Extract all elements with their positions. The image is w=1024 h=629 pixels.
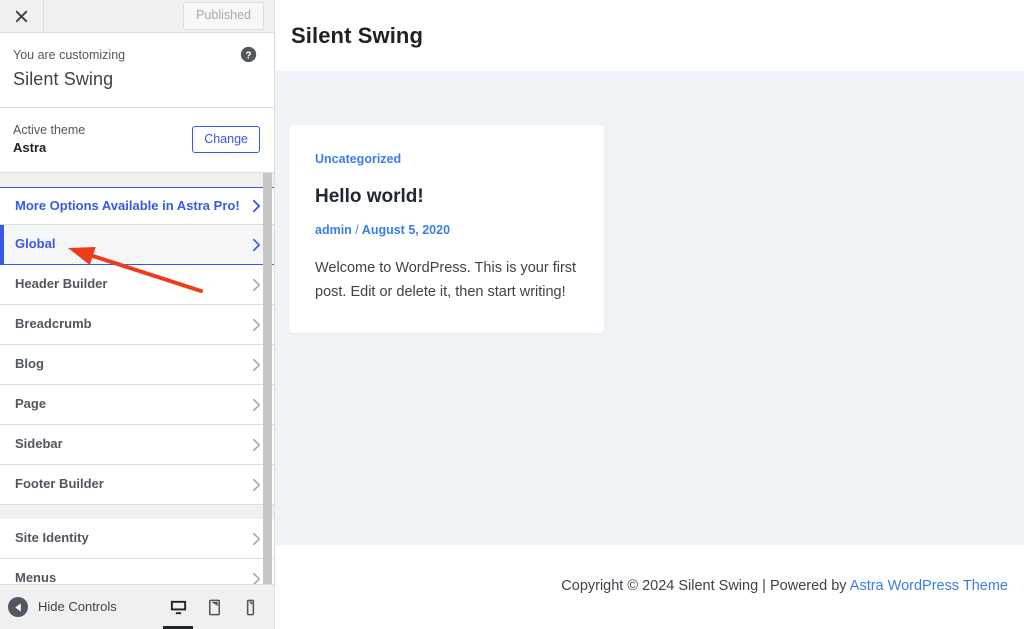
panel-item-label: Site Identity — [15, 530, 89, 546]
customizing-info-panel: You are customizing Silent Swing ? — [0, 33, 274, 109]
active-theme-row: Active theme Astra Change — [0, 108, 274, 174]
panel-item-menus[interactable]: Menus — [0, 559, 274, 584]
mobile-icon — [241, 598, 260, 617]
panel-section-divider-two — [0, 505, 274, 520]
panel-item-site-identity[interactable]: Site Identity — [0, 519, 274, 560]
footer-copyright: Copyright © 2024 Silent Swing | Powered … — [561, 576, 1008, 598]
customizer-header-bar: Published — [0, 0, 274, 33]
customizing-site-title: Silent Swing — [13, 68, 114, 89]
panel-item-blog[interactable]: Blog — [0, 345, 274, 386]
post-meta: admin / August 5, 2020 — [315, 221, 578, 239]
customizer-sidebar: Published You are customizing Silent Swi… — [0, 0, 275, 629]
hide-controls-label: Hide Controls — [38, 598, 117, 614]
change-theme-button[interactable]: Change — [192, 125, 260, 154]
chevron-right-icon — [251, 278, 262, 292]
panel-group-primary: Global Header Builder Breadcrumb Blog Page Si… — [0, 225, 274, 506]
chevron-right-icon — [251, 199, 262, 213]
active-theme-name: Astra — [13, 140, 47, 156]
device-preview-switcher — [160, 585, 268, 629]
chevron-right-icon — [251, 238, 262, 252]
preview-site-footer: Copyright © 2024 Silent Swing | Powered … — [275, 545, 1024, 629]
panel-group-secondary: Site Identity Menus — [0, 519, 274, 584]
panel-item-label: Blog — [15, 356, 44, 372]
preview-site-title[interactable]: Silent Swing — [291, 23, 423, 49]
chevron-right-icon — [251, 438, 262, 452]
post-excerpt: Welcome to WordPress. This is your first… — [315, 260, 577, 301]
post-author-link[interactable]: admin — [315, 223, 352, 237]
hide-controls-button[interactable]: Hide Controls — [8, 597, 117, 617]
close-customizer-button[interactable] — [0, 0, 44, 32]
chevron-right-icon — [251, 358, 262, 372]
astra-pro-promo-item[interactable]: More Options Available in Astra Pro! — [0, 187, 274, 226]
panel-item-footer-builder[interactable]: Footer Builder — [0, 465, 274, 506]
chevron-right-icon — [251, 572, 262, 584]
post-meta-separator: / — [355, 223, 359, 238]
active-theme-info: Active theme Astra — [13, 121, 192, 158]
header-spacer — [44, 0, 183, 32]
preview-content-area: Uncategorized Hello world! admin / Augus… — [275, 71, 1024, 545]
device-tablet-button[interactable] — [196, 585, 232, 629]
post-card: Uncategorized Hello world! admin / Augus… — [289, 125, 604, 334]
customizer-bottom-bar: Hide Controls — [0, 584, 274, 629]
post-date-link[interactable]: August 5, 2020 — [362, 223, 450, 237]
post-title[interactable]: Hello world! — [315, 184, 578, 210]
panel-item-page[interactable]: Page — [0, 385, 274, 426]
publish-button[interactable]: Published — [183, 2, 264, 30]
chevron-right-icon — [251, 398, 262, 412]
device-mobile-button[interactable] — [232, 585, 268, 629]
preview-site-header: Silent Swing — [275, 0, 1024, 71]
panel-item-label: Footer Builder — [15, 476, 104, 492]
close-icon — [14, 9, 29, 24]
sidebar-scrollbar-thumb[interactable] — [263, 173, 272, 584]
customizer-app: Published You are customizing Silent Swi… — [0, 0, 1024, 629]
panel-item-label: Header Builder — [15, 276, 108, 292]
customizer-panel-list: More Options Available in Astra Pro! Glo… — [0, 173, 274, 584]
sidebar-scrollbar[interactable] — [263, 173, 272, 584]
panel-item-global[interactable]: Global — [0, 225, 274, 266]
tablet-icon — [205, 598, 224, 617]
panel-item-label: Breadcrumb — [15, 316, 92, 332]
site-preview-frame: Silent Swing Uncategorized Hello world! … — [275, 0, 1024, 629]
svg-text:?: ? — [245, 50, 251, 61]
desktop-icon — [169, 598, 188, 617]
post-category-link[interactable]: Uncategorized — [315, 151, 401, 169]
panel-item-breadcrumb[interactable]: Breadcrumb — [0, 305, 274, 346]
device-desktop-button[interactable] — [160, 585, 196, 629]
publish-area: Published — [183, 0, 274, 32]
chevron-right-icon — [251, 478, 262, 492]
customizing-label: You are customizing — [13, 48, 126, 62]
panel-section-divider — [0, 173, 274, 188]
panel-item-label: Menus — [15, 570, 57, 584]
astra-theme-link[interactable]: Astra WordPress Theme — [850, 578, 1008, 594]
panel-item-label: Sidebar — [15, 436, 63, 452]
help-icon[interactable]: ? — [240, 46, 257, 63]
astra-pro-promo-label: More Options Available in Astra Pro! — [15, 197, 240, 213]
panel-item-sidebar[interactable]: Sidebar — [0, 425, 274, 466]
active-theme-label: Active theme — [13, 123, 86, 138]
footer-copyright-text: Copyright © 2024 Silent Swing | Powered … — [561, 578, 850, 595]
panel-item-label: Global — [15, 236, 56, 252]
chevron-right-icon — [251, 318, 262, 332]
panel-item-label: Page — [15, 396, 47, 412]
chevron-right-icon — [251, 532, 262, 546]
collapse-left-icon — [8, 597, 28, 617]
panel-item-header-builder[interactable]: Header Builder — [0, 265, 274, 306]
